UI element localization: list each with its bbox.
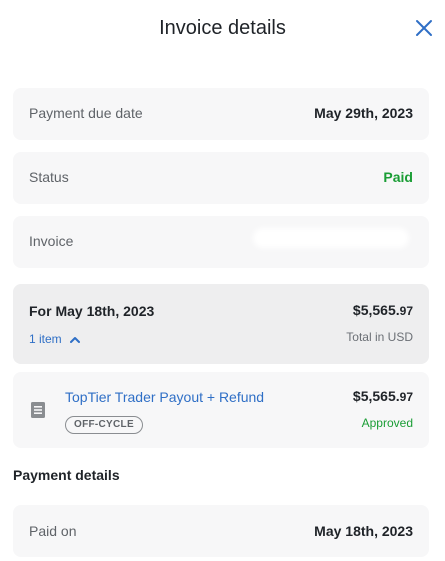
line-item-name[interactable]: TopTier Trader Payout + Refund: [65, 389, 264, 405]
line-item-status: Approved: [361, 416, 413, 430]
paid-on-row: Paid on May 18th, 2023: [13, 505, 429, 557]
due-date-value: May 29th, 2023: [314, 105, 413, 121]
line-item: TopTier Trader Payout + Refund OFF-CYCLE…: [13, 372, 429, 448]
due-date-row: Payment due date May 29th, 2023: [13, 88, 429, 140]
invoice-redacted-value: [253, 228, 409, 248]
period-amount-cents: 97: [399, 304, 413, 318]
period-summary: For May 18th, 2023 $5,565.97 1 item Tota…: [13, 284, 429, 364]
period-label: For May 18th, 2023: [29, 303, 155, 319]
line-item-amount-cents: 97: [399, 390, 413, 404]
paid-on-label: Paid on: [29, 523, 77, 539]
total-note: Total in USD: [346, 330, 413, 344]
header: Invoice details: [0, 0, 445, 60]
status-label: Status: [29, 169, 69, 185]
close-icon[interactable]: [415, 19, 433, 37]
line-item-amount: $5,565.97: [353, 388, 413, 404]
payment-details-title: Payment details: [13, 467, 120, 483]
page-title: Invoice details: [159, 17, 286, 39]
line-item-amount-main: $5,565.: [352, 388, 400, 404]
items-toggle[interactable]: 1 item: [29, 332, 80, 346]
chevron-up-icon: [69, 336, 80, 343]
off-cycle-badge: OFF-CYCLE: [65, 416, 143, 434]
document-icon: [31, 402, 45, 418]
paid-on-value: May 18th, 2023: [314, 523, 413, 539]
invoice-label: Invoice: [29, 233, 74, 249]
due-date-label: Payment due date: [29, 105, 143, 121]
period-amount-main: $5,565.: [352, 302, 400, 318]
invoice-row: Invoice: [13, 216, 429, 268]
period-amount: $5,565.97: [353, 302, 413, 318]
items-count: 1 item: [29, 332, 62, 346]
status-row: Status Paid: [13, 152, 429, 204]
status-value: Paid: [383, 169, 413, 185]
